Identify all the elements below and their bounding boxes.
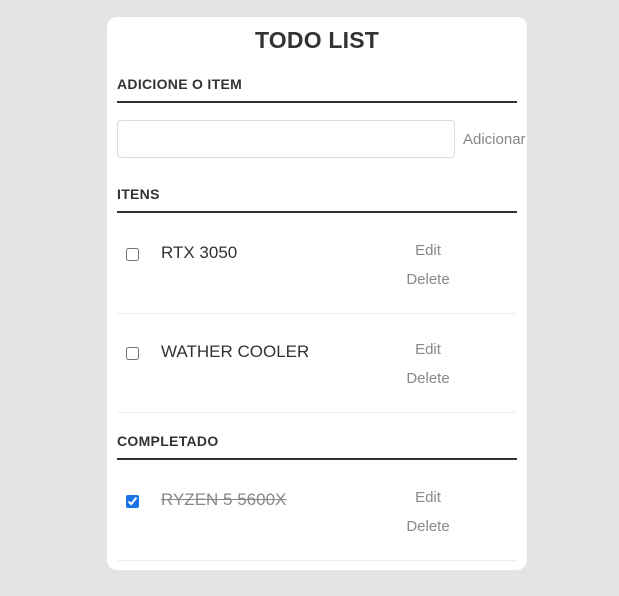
todo-item-checkbox[interactable]	[126, 347, 139, 360]
todo-item: WATHER COOLER Edit Delete	[117, 313, 517, 413]
edit-button[interactable]: Edit	[392, 242, 464, 259]
edit-button[interactable]: Edit	[392, 341, 464, 358]
completed-item-label: RYZEN 5 5600X	[161, 490, 287, 509]
todo-item-checkbox[interactable]	[126, 248, 139, 261]
delete-button[interactable]: Delete	[392, 370, 464, 387]
add-item-button[interactable]: Adicionar	[458, 120, 526, 158]
todo-item-label: WATHER COOLER	[161, 342, 310, 361]
page-title: TODO LIST	[254, 27, 380, 53]
edit-button[interactable]: Edit	[392, 489, 464, 506]
completed-heading: COMPLETADO	[117, 433, 517, 460]
add-item-heading: ADICIONE O ITEM	[117, 76, 517, 103]
delete-button[interactable]: Delete	[392, 271, 464, 288]
new-item-input[interactable]	[117, 120, 455, 158]
todo-card: TODO LIST ADICIONE O ITEM Adicionar ITEN…	[107, 17, 527, 570]
completed-item: RYZEN 5 5600X Edit Delete	[117, 461, 517, 561]
todo-item: RTX 3050 Edit Delete	[117, 214, 517, 314]
delete-button[interactable]: Delete	[392, 518, 464, 535]
todo-item-label: RTX 3050	[161, 243, 238, 262]
items-heading: ITENS	[117, 186, 517, 213]
completed-item-checkbox[interactable]	[126, 495, 139, 508]
